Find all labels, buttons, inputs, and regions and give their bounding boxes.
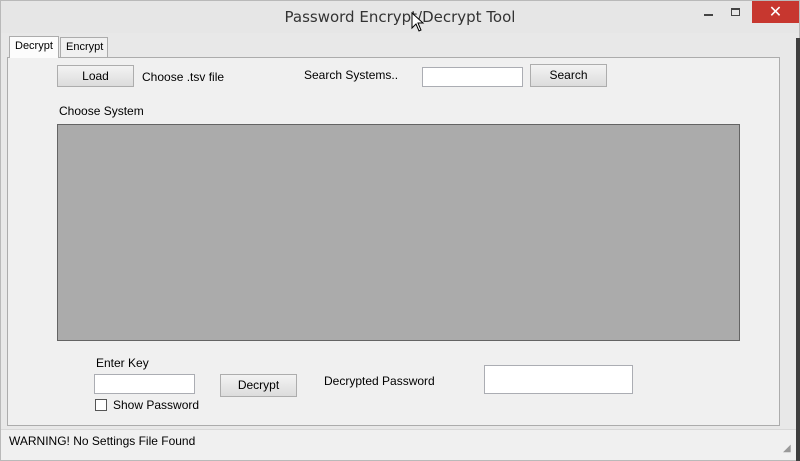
search-button[interactable]: Search <box>530 64 607 87</box>
key-input[interactable] <box>94 374 195 394</box>
status-message: WARNING! No Settings File Found <box>9 434 196 448</box>
mouse-cursor-icon <box>411 12 425 32</box>
status-bar: WARNING! No Settings File Found ◢ <box>1 429 799 460</box>
decrypted-password-field[interactable] <box>484 365 633 394</box>
minimize-button[interactable] <box>693 1 723 23</box>
background-edge <box>796 38 800 461</box>
show-password-checkbox[interactable] <box>95 399 107 411</box>
search-systems-label: Search Systems.. <box>304 68 399 82</box>
decrypt-button[interactable]: Decrypt <box>220 374 297 397</box>
decrypted-password-label: Decrypted Password <box>324 374 435 388</box>
close-button[interactable]: ✕ <box>752 1 799 23</box>
title-bar[interactable]: Password Encrypt/Decrypt Tool ✕ <box>1 1 799 33</box>
resize-grip-icon[interactable]: ◢ <box>783 444 795 456</box>
enter-key-label: Enter Key <box>96 356 149 370</box>
minimize-icon <box>703 14 713 16</box>
tab-decrypt[interactable]: Decrypt <box>9 36 59 58</box>
close-icon: ✕ <box>768 4 783 21</box>
load-button[interactable]: Load <box>57 65 134 87</box>
maximize-button[interactable] <box>720 1 750 23</box>
tab-encrypt[interactable]: Encrypt <box>60 37 108 57</box>
systems-listbox[interactable] <box>57 124 740 341</box>
window-title: Password Encrypt/Decrypt Tool <box>284 8 516 26</box>
show-password-label[interactable]: Show Password <box>113 398 199 412</box>
search-input[interactable] <box>422 67 523 87</box>
maximize-icon <box>730 8 740 16</box>
choose-system-label: Choose System <box>59 104 144 118</box>
choose-file-label: Choose .tsv file <box>142 70 225 84</box>
app-window: Password Encrypt/Decrypt Tool ✕ Decrypt … <box>0 0 800 461</box>
